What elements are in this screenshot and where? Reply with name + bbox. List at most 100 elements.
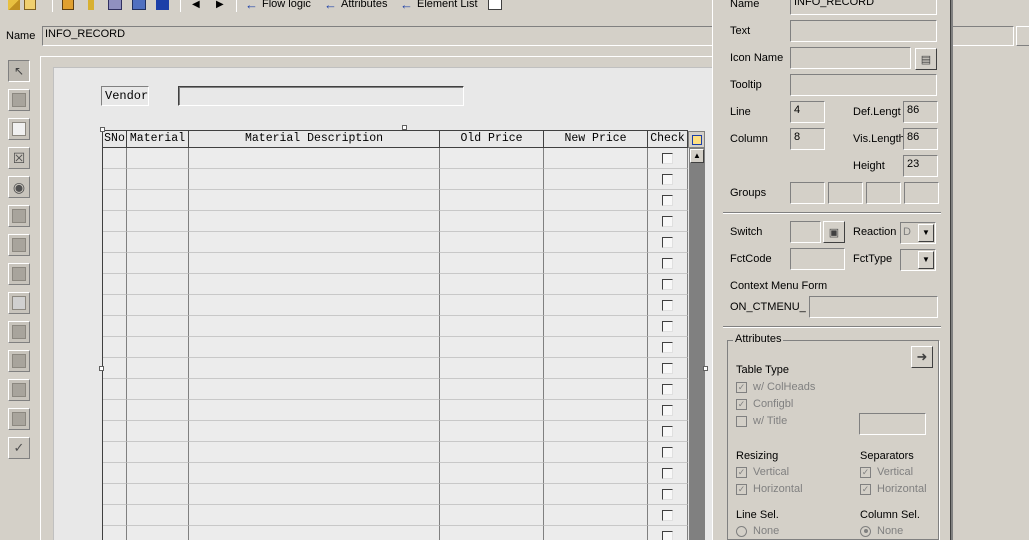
- material-description-cell[interactable]: [189, 463, 440, 484]
- new-price-cell[interactable]: [544, 232, 648, 253]
- subscreen-tool[interactable]: [8, 321, 30, 343]
- old-price-cell[interactable]: [440, 274, 544, 295]
- selection-handle[interactable]: [703, 366, 708, 371]
- check-cell[interactable]: [648, 211, 688, 232]
- box-tool[interactable]: [8, 292, 30, 314]
- material-description-cell[interactable]: [189, 526, 440, 540]
- column-header-old-price[interactable]: Old Price: [440, 130, 544, 148]
- material-description-cell[interactable]: [189, 337, 440, 358]
- old-price-cell[interactable]: [440, 316, 544, 337]
- row-checkbox[interactable]: [662, 152, 673, 164]
- row-checkbox[interactable]: [662, 278, 673, 290]
- fcttype-dropdown[interactable]: ▼: [900, 249, 936, 271]
- column-header-check[interactable]: Check: [648, 130, 688, 148]
- column-header-material-description[interactable]: Material Description: [189, 130, 440, 148]
- new-price-cell[interactable]: [544, 190, 648, 211]
- row-checkbox[interactable]: [662, 320, 673, 332]
- context-menu-field[interactable]: [809, 296, 938, 318]
- column-sel-none-radio[interactable]: None: [860, 525, 903, 537]
- material-description-cell[interactable]: [189, 484, 440, 505]
- column-header-new-price[interactable]: New Price: [544, 130, 648, 148]
- new-price-cell[interactable]: [544, 400, 648, 421]
- row-checkbox[interactable]: [662, 530, 673, 540]
- material-cell[interactable]: [127, 190, 189, 211]
- icon-name-field[interactable]: [790, 47, 911, 69]
- material-cell[interactable]: [127, 484, 189, 505]
- material-cell[interactable]: [127, 232, 189, 253]
- material-description-cell[interactable]: [189, 169, 440, 190]
- status-icon-tool[interactable]: ✓: [8, 437, 30, 459]
- separators-horizontal-checkbox[interactable]: ✓ Horizontal: [860, 483, 927, 495]
- new-price-cell[interactable]: [544, 295, 648, 316]
- row-checkbox[interactable]: [662, 215, 673, 227]
- flow-logic-button[interactable]: ← Flow logic: [245, 0, 311, 12]
- sno-cell[interactable]: [103, 421, 127, 442]
- check-cell[interactable]: [648, 190, 688, 211]
- old-price-cell[interactable]: [440, 463, 544, 484]
- vendor-input[interactable]: [178, 86, 464, 106]
- sno-cell[interactable]: [103, 295, 127, 316]
- sno-cell[interactable]: [103, 316, 127, 337]
- next-icon[interactable]: ▶: [216, 0, 224, 11]
- network-icon[interactable]: [108, 0, 122, 11]
- previous-icon[interactable]: ◀: [192, 0, 200, 11]
- new-price-cell[interactable]: [544, 421, 648, 442]
- old-price-cell[interactable]: [440, 190, 544, 211]
- radio-button-tool[interactable]: ◉: [8, 176, 30, 198]
- material-description-cell[interactable]: [189, 505, 440, 526]
- row-checkbox[interactable]: [662, 467, 673, 479]
- old-price-cell[interactable]: [440, 505, 544, 526]
- resizing-horizontal-checkbox[interactable]: ✓ Horizontal: [736, 483, 803, 495]
- material-cell[interactable]: [127, 526, 189, 540]
- old-price-cell[interactable]: [440, 211, 544, 232]
- material-description-cell[interactable]: [189, 190, 440, 211]
- switch-button[interactable]: ▣: [823, 221, 845, 243]
- check-cell[interactable]: [648, 442, 688, 463]
- new-price-cell[interactable]: [544, 442, 648, 463]
- pencil-icon[interactable]: [8, 0, 20, 11]
- old-price-cell[interactable]: [440, 337, 544, 358]
- new-price-cell[interactable]: [544, 316, 648, 337]
- row-checkbox[interactable]: [662, 383, 673, 395]
- row-checkbox[interactable]: [662, 257, 673, 269]
- title-field[interactable]: [859, 413, 926, 435]
- sno-cell[interactable]: [103, 484, 127, 505]
- old-price-cell[interactable]: [440, 358, 544, 379]
- custom-control-tool[interactable]: [8, 408, 30, 430]
- material-cell[interactable]: [127, 379, 189, 400]
- new-price-cell[interactable]: [544, 526, 648, 540]
- material-cell[interactable]: [127, 337, 189, 358]
- row-checkbox[interactable]: [662, 425, 673, 437]
- check-cell[interactable]: [648, 148, 688, 169]
- check-cell[interactable]: [648, 421, 688, 442]
- old-price-cell[interactable]: [440, 232, 544, 253]
- old-price-cell[interactable]: [440, 526, 544, 540]
- material-description-cell[interactable]: [189, 253, 440, 274]
- new-price-cell[interactable]: [544, 274, 648, 295]
- check-cell[interactable]: [648, 358, 688, 379]
- material-description-cell[interactable]: [189, 379, 440, 400]
- sno-cell[interactable]: [103, 526, 127, 540]
- new-price-cell[interactable]: [544, 484, 648, 505]
- selection-handle[interactable]: [100, 127, 105, 132]
- selection-handle[interactable]: [99, 366, 104, 371]
- text-attr-field[interactable]: [790, 20, 937, 42]
- name-attr-field[interactable]: INFO_RECORD: [790, 0, 937, 15]
- sno-cell[interactable]: [103, 211, 127, 232]
- copy-icon[interactable]: [24, 0, 36, 11]
- old-price-cell[interactable]: [440, 253, 544, 274]
- group-4-field[interactable]: [904, 182, 939, 204]
- scroll-up-icon[interactable]: ▲: [690, 149, 704, 163]
- group-3-field[interactable]: [866, 182, 901, 204]
- column-header-sno[interactable]: SNo: [103, 130, 127, 148]
- row-checkbox[interactable]: [662, 362, 673, 374]
- old-price-cell[interactable]: [440, 484, 544, 505]
- check-cell[interactable]: [648, 526, 688, 540]
- check-cell[interactable]: [648, 463, 688, 484]
- info-icon[interactable]: [156, 0, 169, 11]
- group-1-field[interactable]: [790, 182, 825, 204]
- material-description-cell[interactable]: [189, 358, 440, 379]
- material-cell[interactable]: [127, 421, 189, 442]
- row-checkbox[interactable]: [662, 194, 673, 206]
- up-arrow-icon[interactable]: [88, 0, 94, 11]
